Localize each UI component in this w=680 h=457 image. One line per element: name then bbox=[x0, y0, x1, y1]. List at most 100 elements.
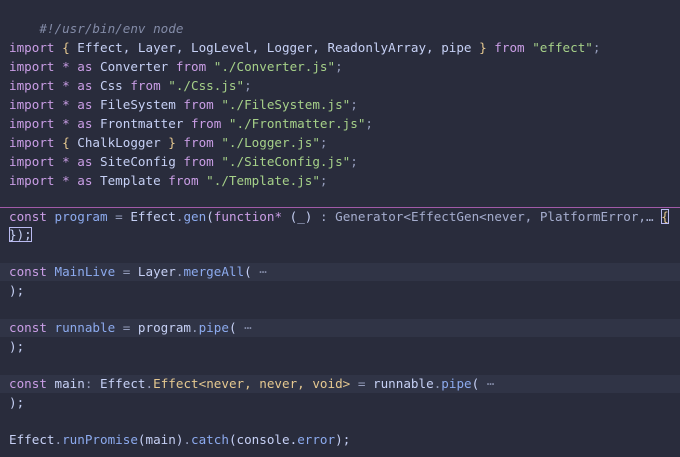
matched-brace-close[interactable]: }); bbox=[9, 227, 32, 242]
dot: . bbox=[191, 320, 199, 335]
code-line-import-filesystem[interactable]: import * as FileSystem from "./FileSyste… bbox=[0, 96, 680, 114]
namespace-name: SiteConfig bbox=[92, 154, 184, 169]
open-paren: ( bbox=[244, 264, 252, 279]
semicolon: ; bbox=[350, 97, 358, 112]
module-string: "./Converter.js" bbox=[206, 59, 336, 74]
import-keyword: import bbox=[9, 173, 55, 188]
method-name: mergeAll bbox=[183, 264, 245, 279]
code-line-main-close[interactable]: ); bbox=[0, 394, 680, 412]
code-line-run[interactable]: Effect.runPromise(main).catch(console.er… bbox=[0, 431, 680, 449]
function-args: (_) bbox=[282, 209, 313, 224]
open-brace: { bbox=[54, 135, 78, 150]
code-line-mainlive-close[interactable]: ); bbox=[0, 282, 680, 300]
shebang-comment: #!/usr/bin/env node bbox=[39, 21, 184, 36]
variable-name: runnable bbox=[46, 320, 116, 335]
method-name: pipe bbox=[441, 376, 472, 391]
code-line-import-css[interactable]: import * as Css from "./Css.js"; bbox=[0, 77, 680, 95]
semicolon: ; bbox=[244, 78, 252, 93]
type-name: Effect bbox=[153, 376, 199, 391]
module-string: "./Logger.js" bbox=[213, 135, 320, 150]
from-keyword: from bbox=[183, 154, 214, 169]
code-line-main[interactable]: const main: Effect.Effect<never, never, … bbox=[0, 375, 680, 393]
code-line-import-frontmatter[interactable]: import * as Frontmatter from "./Frontmat… bbox=[0, 115, 680, 133]
close-paren: ); bbox=[9, 339, 25, 354]
fold-ellipsis-icon[interactable]: ⋯ bbox=[252, 264, 267, 279]
as-keyword: as bbox=[77, 78, 93, 93]
fold-ellipsis-icon[interactable]: ⋯ bbox=[479, 376, 495, 391]
code-line-runnable-close[interactable]: ); bbox=[0, 338, 680, 356]
const-keyword: const bbox=[9, 376, 47, 391]
namespace-name: Css bbox=[92, 78, 131, 93]
module-string: "./Css.js" bbox=[160, 78, 245, 93]
const-keyword: const bbox=[9, 264, 47, 279]
equals-sign: = bbox=[115, 264, 138, 279]
method-name-catch: catch bbox=[191, 432, 229, 447]
property-name: error bbox=[297, 432, 336, 447]
star-operator: * bbox=[54, 173, 78, 188]
import-names: ChalkLogger bbox=[77, 135, 161, 150]
module-string: "./FileSystem.js" bbox=[213, 97, 351, 112]
semicolon: ; bbox=[319, 135, 328, 150]
object-name: program bbox=[137, 320, 191, 335]
import-keyword: import bbox=[9, 97, 55, 112]
namespace-name: FileSystem bbox=[92, 97, 184, 112]
import-names: Effect, Layer, LogLevel, Logger, Readonl… bbox=[77, 40, 472, 55]
code-line-import-template[interactable]: import * as Template from "./Template.js… bbox=[0, 172, 680, 190]
as-keyword: as bbox=[77, 173, 93, 188]
dot: . bbox=[145, 376, 154, 391]
as-keyword: as bbox=[77, 116, 93, 131]
close-paren: ); bbox=[9, 283, 25, 298]
call-args: (main) bbox=[137, 432, 184, 447]
dot: . bbox=[183, 432, 192, 447]
method-name: pipe bbox=[198, 320, 229, 335]
open-paren: ( bbox=[228, 320, 237, 335]
code-editor[interactable]: #!/usr/bin/env node import { Effect, Lay… bbox=[0, 0, 680, 457]
open-paren: ( bbox=[206, 209, 214, 224]
close-brace: } bbox=[471, 40, 495, 55]
code-line-runnable[interactable]: const runnable = program.pipe( ⋯ bbox=[0, 319, 680, 337]
call-args-close: ); bbox=[335, 432, 351, 447]
semicolon: ; bbox=[350, 154, 358, 169]
equals-sign: = bbox=[107, 209, 131, 224]
const-keyword: const bbox=[9, 320, 47, 335]
from-keyword: from bbox=[168, 173, 199, 188]
fold-ellipsis-icon[interactable]: ⋯ bbox=[237, 320, 252, 335]
code-line-import-logger[interactable]: import { ChalkLogger } from "./Logger.js… bbox=[0, 134, 680, 152]
code-line-shebang[interactable]: #!/usr/bin/env node bbox=[0, 2, 680, 36]
code-line-import-siteconfig[interactable]: import * as SiteConfig from "./SiteConfi… bbox=[0, 153, 680, 171]
matched-brace[interactable]: { bbox=[661, 209, 669, 224]
type-generics: <never, never, void> bbox=[198, 376, 351, 391]
module-string: "./Template.js" bbox=[198, 173, 320, 188]
module-string: "effect" bbox=[524, 40, 593, 55]
semicolon: ; bbox=[335, 59, 343, 74]
semicolon: ; bbox=[365, 116, 373, 131]
object-name: Layer bbox=[137, 264, 176, 279]
code-line-import-effect[interactable]: import { Effect, Layer, LogLevel, Logger… bbox=[0, 39, 680, 57]
star-operator: * bbox=[54, 97, 78, 112]
close-paren: ); bbox=[9, 395, 25, 410]
function-keyword: function* bbox=[213, 209, 283, 224]
code-line-mainlive[interactable]: const MainLive = Layer.mergeAll( ⋯ bbox=[0, 263, 680, 281]
object-name: Effect bbox=[130, 209, 176, 224]
code-line-program-close[interactable]: }); bbox=[0, 226, 680, 244]
code-line-import-converter[interactable]: import * as Converter from "./Converter.… bbox=[0, 58, 680, 76]
import-keyword: import bbox=[9, 59, 55, 74]
import-keyword: import bbox=[9, 135, 55, 150]
method-name: gen bbox=[183, 209, 207, 224]
import-keyword: import bbox=[9, 40, 55, 55]
semicolon: ; bbox=[592, 40, 601, 55]
import-keyword: import bbox=[9, 116, 55, 131]
code-line-program[interactable]: const program = Effect.gen(function* (_)… bbox=[0, 207, 680, 225]
open-brace: { bbox=[54, 40, 78, 55]
as-keyword: as bbox=[77, 97, 93, 112]
star-operator: * bbox=[54, 78, 78, 93]
star-operator: * bbox=[54, 59, 78, 74]
type-namespace: Effect bbox=[100, 376, 146, 391]
as-keyword: as bbox=[77, 154, 93, 169]
from-keyword: from bbox=[191, 116, 222, 131]
object-name: Effect bbox=[9, 432, 55, 447]
method-name: runPromise bbox=[62, 432, 138, 447]
close-brace: } bbox=[160, 135, 184, 150]
namespace-name: Frontmatter bbox=[92, 116, 191, 131]
module-string: "./SiteConfig.js" bbox=[213, 154, 351, 169]
